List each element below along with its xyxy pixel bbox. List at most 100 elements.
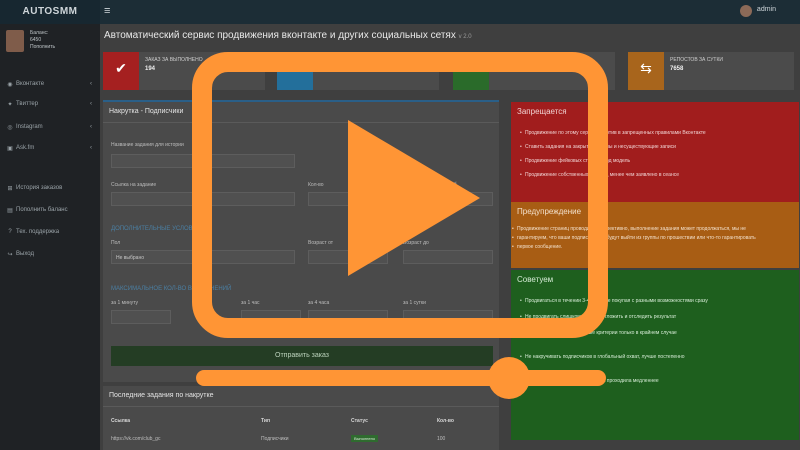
sidebar-item-label: Пополнить баланс: [16, 207, 68, 213]
panel-header: Последние задания по накрутке: [103, 386, 499, 407]
submit-order-button[interactable]: Отправить заказ: [111, 346, 493, 366]
order-form-panel: Накрутка - Подписчики Название задания д…: [103, 100, 499, 382]
sidebar-item-label: Тех. поддержка: [16, 229, 60, 235]
interval-label-minute: за 1 минуту: [111, 300, 138, 306]
check-icon: ✔: [103, 52, 139, 90]
sidebar-item-label: Вконтакте: [16, 81, 45, 87]
sidebar-item-twitter[interactable]: ✦ Твиттер ‹: [0, 101, 100, 113]
list-item: Не накручивать подписчиков в глобальный …: [520, 354, 685, 360]
price-label: Руб: [448, 182, 457, 188]
alert-text-line: Продвижение страниц проводится эффективн…: [512, 226, 746, 232]
status-badge: Выполнено: [351, 435, 379, 442]
price-input[interactable]: [403, 192, 493, 206]
vk-icon: ◉: [7, 82, 13, 88]
alert-title: Советуем: [517, 275, 554, 284]
panel-title: Накрутка - Подписчики: [109, 108, 184, 115]
list-item: Оставьте задание, чтобы накрутка проходи…: [520, 378, 659, 384]
topbar-username[interactable]: admin: [757, 6, 776, 13]
repost-icon: ⇆: [628, 52, 664, 90]
avatar[interactable]: [740, 5, 752, 17]
age-from-label: Возраст от: [308, 240, 334, 246]
app-logo[interactable]: AUTOSMM: [0, 0, 100, 24]
sidebar-item-askfm[interactable]: ▣ Ask.fm ‹: [0, 145, 100, 157]
age-from-input[interactable]: [308, 250, 388, 264]
sidebar-item-label: Твиттер: [16, 101, 39, 107]
user-balance-label: Баланс:: [30, 30, 49, 36]
cart-icon: ⊞: [7, 186, 13, 192]
gender-label: Пол: [111, 240, 121, 246]
sidebar-item-label: История заказов: [16, 185, 63, 191]
count-input[interactable]: [308, 192, 388, 206]
panel-header: Накрутка - Подписчики: [103, 102, 499, 123]
interval-label-4hours: за 4 часа: [308, 300, 330, 306]
stat-value: 194: [145, 66, 156, 72]
recent-tasks-panel: Последние задания по накрутке Ссылка Тип…: [103, 386, 499, 450]
interval-label-hour: за 1 час: [241, 300, 260, 306]
hamburger-icon[interactable]: ≡: [104, 5, 110, 17]
stat-icon: [453, 52, 489, 90]
twitter-icon: ✦: [7, 102, 13, 108]
sidebar-item-orders[interactable]: ⊞ История заказов: [0, 185, 100, 197]
sidebar-item-vk[interactable]: ◉ Вконтакте ‹: [0, 81, 100, 93]
link-input[interactable]: [111, 192, 295, 206]
stat-title: РЕПОСТОВ ЗА СУТКИ: [670, 57, 723, 63]
table-header-link: Ссылка: [111, 418, 131, 424]
user-balance-value: 6450: [30, 37, 42, 43]
gender-value: Не выбрано: [116, 255, 144, 261]
stat-card-2: [277, 52, 439, 90]
chevron-left-icon: ‹: [90, 81, 92, 87]
ask-icon: ▣: [7, 146, 13, 152]
user-topup-link[interactable]: Пополнить: [30, 44, 55, 50]
extra-conditions-heading: ДОПОЛНИТЕЛЬНЫЕ УСЛОВИЯ: [111, 226, 202, 232]
link-label: Ссылка на задание: [111, 182, 157, 188]
interval-input-minute[interactable]: [111, 310, 171, 324]
interval-input-day[interactable]: [403, 310, 493, 324]
sidebar-item-logout[interactable]: ↪ Выход: [0, 251, 100, 263]
wallet-icon: ▤: [7, 208, 13, 214]
list-item: Продвигаться в течении 3-4 дней, не поку…: [520, 298, 708, 304]
main-content: Автоматический сервис продвижения вконта…: [100, 24, 800, 450]
interval-input-hour[interactable]: [241, 310, 301, 324]
list-item: Ставить задания на закрытые группы и нес…: [520, 144, 676, 150]
interval-label-day: за 1 сутки: [403, 300, 426, 306]
alert-text-line: гарантируем, что ваши подписчики не буду…: [512, 235, 756, 241]
age-to-input[interactable]: [403, 250, 493, 264]
max-executions-heading: МАКСИМАЛЬНОЕ КОЛ-ВО ВЫПОЛНЕНИЙ: [111, 286, 232, 292]
table-header-type: Тип: [261, 418, 270, 424]
alert-tips: Советуем Продвигаться в течении 3-4 дней…: [511, 270, 799, 440]
sidebar-item-support[interactable]: ? Тех. поддержка: [0, 229, 100, 241]
exit-icon: ↪: [7, 252, 13, 258]
sidebar-item-label: Выход: [16, 251, 34, 257]
stat-card-completed: ✔ ЗАКАЗ ЗА ВЫПОЛНЕНО 194: [103, 52, 265, 90]
task-name-label: Название задания для истории: [111, 142, 184, 148]
sidebar-item-label: Ask.fm: [16, 145, 35, 151]
list-item: Продвижение собственных страниц менее че…: [520, 172, 679, 178]
instagram-icon: ◎: [7, 125, 13, 131]
count-label: Кол-во: [308, 182, 324, 188]
alert-title: Запрещается: [517, 107, 567, 116]
sidebar-item-balance[interactable]: ▤ Пополнить баланс: [0, 207, 100, 219]
interval-input-4hours[interactable]: [308, 310, 388, 324]
user-avatar: [6, 30, 24, 52]
page-title: Автоматический сервис продвижения вконта…: [104, 30, 472, 41]
table-cell-count: 100: [437, 436, 446, 442]
table-cell-link[interactable]: https://vk.com/club_gc: [111, 436, 160, 442]
list-item: Используйте дополнительные критерии толь…: [520, 330, 677, 336]
table-header-count: Кол-во: [437, 418, 454, 424]
page-title-text: Автоматический сервис продвижения вконта…: [104, 30, 456, 41]
table-cell-type: Подписчики: [261, 436, 289, 442]
alert-forbidden: Запрещается Продвижение по этому сервису…: [511, 102, 799, 216]
gender-select[interactable]: Не выбрано: [111, 250, 295, 264]
chevron-left-icon: ‹: [90, 145, 92, 151]
panel-title: Последние задания по накрутке: [109, 392, 214, 399]
top-bar: AUTOSMM ≡ admin: [0, 0, 800, 24]
list-item: Продвижение фейковых страниц под модель: [520, 158, 630, 164]
page-version: v 2.0: [458, 34, 472, 40]
stat-card-3: [453, 52, 615, 90]
age-to-label: Возраст до: [403, 240, 429, 246]
stat-icon: [277, 52, 313, 90]
task-name-input[interactable]: [111, 154, 295, 168]
alert-title: Предупреждение: [517, 207, 582, 216]
sidebar-item-instagram[interactable]: ◎ Instagram ‹: [0, 124, 100, 136]
alert-text-line: первое сообщение.: [512, 244, 562, 250]
